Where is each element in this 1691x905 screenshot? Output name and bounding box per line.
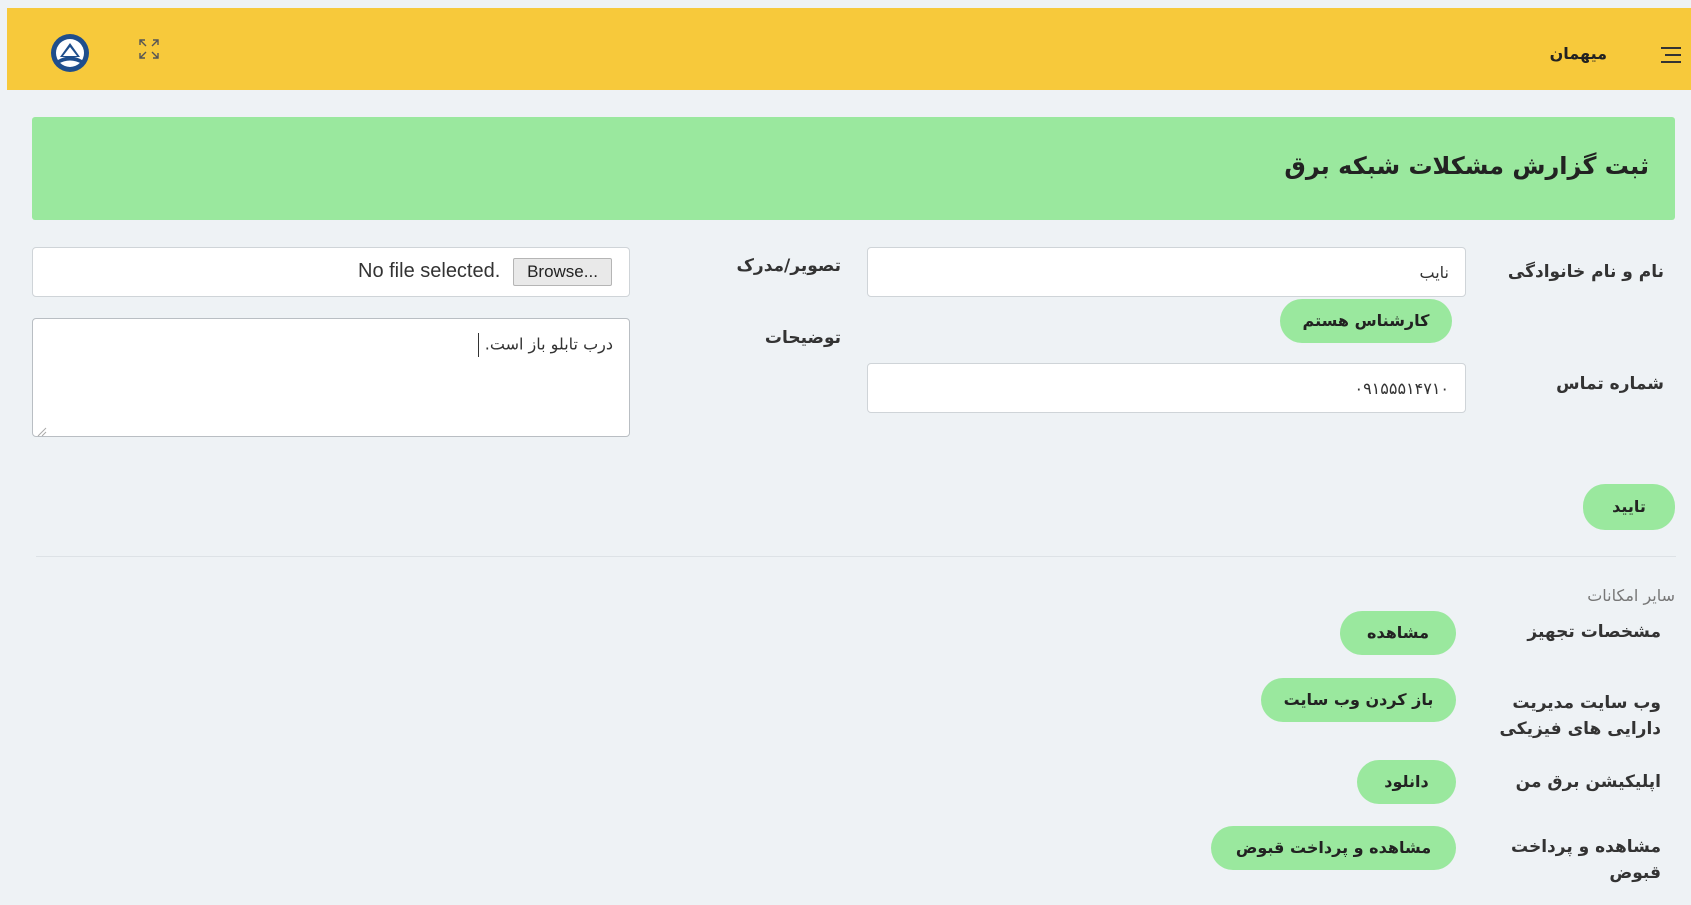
company-logo-icon[interactable]	[50, 33, 90, 73]
name-input-value: نایب	[1419, 262, 1450, 282]
resize-handle-icon[interactable]	[37, 422, 47, 437]
expert-button[interactable]: کارشناس هستم	[1280, 299, 1452, 343]
bargh-man-app-label: اپلیکیشن برق من	[1515, 772, 1661, 792]
view-equipment-button[interactable]: مشاهده	[1340, 611, 1456, 655]
image-label: تصویر/مدرک	[736, 256, 842, 276]
bills-label: مشاهده و پرداخت قبوض	[1510, 837, 1661, 883]
description-textarea[interactable]: درب تابلو باز است.	[32, 318, 630, 437]
phone-input[interactable]: ۰۹۱۵۵۵۱۴۷۱۰	[867, 363, 1466, 413]
download-button[interactable]: دانلود	[1357, 760, 1456, 804]
open-website-button[interactable]: باز کردن وب سایت	[1261, 678, 1456, 722]
equipment-specs-label: مشخصات تجهیز	[1527, 622, 1661, 642]
file-status-text: No file selected.	[358, 260, 501, 282]
asset-management-label: وب سایت مدیریت دارایی های فیزیکی	[1499, 693, 1661, 739]
expand-icon[interactable]	[137, 37, 161, 61]
top-header-bar: میهمان	[7, 8, 1691, 90]
name-input[interactable]: نایب	[867, 247, 1466, 297]
description-label: توضیحات	[764, 328, 841, 348]
other-features-title: سایر امکانات	[1587, 586, 1675, 605]
description-text: درب تابلو باز است.	[484, 334, 613, 354]
submit-button[interactable]: تایید	[1583, 484, 1675, 530]
phone-label: شماره تماس	[1556, 374, 1664, 394]
browse-button[interactable]: Browse...	[513, 258, 612, 286]
view-pay-bills-button[interactable]: مشاهده و پرداخت قبوض	[1211, 826, 1456, 870]
phone-input-value: ۰۹۱۵۵۵۱۴۷۱۰	[1354, 378, 1449, 398]
name-label: نام و نام خانوادگی	[1507, 262, 1664, 282]
section-divider	[36, 556, 1676, 557]
hamburger-menu-icon[interactable]	[1661, 46, 1681, 64]
text-caret	[477, 333, 479, 357]
file-input[interactable]: No file selected. Browse...	[32, 247, 630, 297]
page-title-banner: ثبت گزارش مشکلات شبکه برق	[32, 117, 1675, 220]
user-name[interactable]: میهمان	[1537, 44, 1607, 63]
page-title: ثبت گزارش مشکلات شبکه برق	[1284, 152, 1649, 180]
